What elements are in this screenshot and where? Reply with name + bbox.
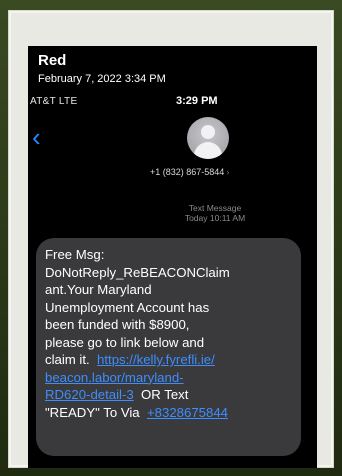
message-line: Unemployment Account has [45,299,210,315]
chevron-right-icon: › [226,167,230,177]
message-line: ant.Your Maryland [45,282,152,297]
message-type: Text Message [188,203,242,213]
contact-number-text: +1 (832) 867-5844 [150,167,225,177]
photo-sender-name: Red [38,52,67,69]
message-line: "READY" To Via +8328675844 [45,404,292,422]
phone-link[interactable]: +8328675844 [147,405,228,420]
phishing-link[interactable]: https://kelly.fyrefli.ie/ [97,352,215,367]
message-text: "READY" To Via [45,404,140,420]
screenshot-bottom [28,456,317,468]
message-line: please go to link below and [45,334,205,350]
message-text: claim it. [45,352,90,367]
message-line: Free Msg: [45,247,105,262]
message-line: RD620-detail-3 OR Text [45,386,292,404]
carrier-label: AT&T LTE [30,96,78,107]
message-line: DoNotReply_ReBEACONClaim [45,264,230,280]
photo-date: February 7, 2022 3:34 PM [38,73,166,85]
message-time: Today 10:11 AM [184,213,246,223]
phishing-link[interactable]: beacon.labor/maryland- [45,370,184,385]
message-bubble[interactable]: Free Msg: DoNotReply_ReBEACONClaim ant.Y… [36,238,301,456]
contact-number[interactable]: +1 (832) 867-5844 › [150,167,280,177]
message-line: beacon.labor/maryland- [45,369,292,387]
avatar-body [194,142,222,159]
message-line: been funded with $8900, [45,317,190,332]
status-bar: AT&T LTE 3:29 PM [28,93,317,111]
message-line: claim it. https://kelly.fyrefli.ie/ [45,351,292,369]
person-silhouette-icon[interactable] [187,117,229,159]
message-text: OR Text [141,387,189,402]
status-clock: 3:29 PM [176,95,218,107]
photo-header: Red February 7, 2022 3:34 PM [28,46,317,92]
avatar-head [201,125,215,139]
chevron-left-icon[interactable]: ‹ [32,124,46,150]
phishing-link[interactable]: RD620-detail-3 [45,387,134,402]
message-meta: Text Message Today 10:11 AM [160,203,270,223]
